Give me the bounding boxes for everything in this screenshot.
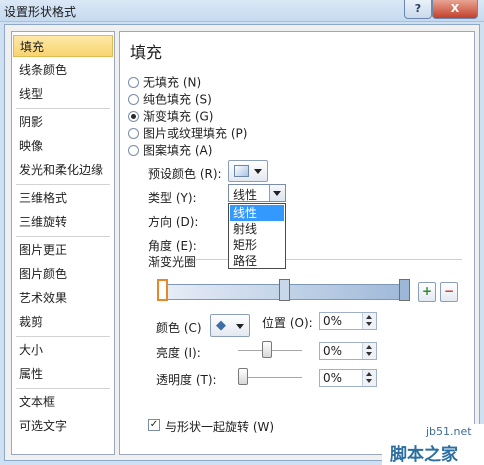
type-label: 类型 (Y): <box>148 191 197 205</box>
radio-button[interactable] <box>128 77 139 88</box>
brightness-slider-thumb[interactable] <box>262 341 273 358</box>
sidebar-item-line-color[interactable]: 线条颜色 <box>13 59 113 81</box>
dropdown-option-linear[interactable]: 线性 <box>230 205 284 221</box>
radio-pattern-fill[interactable]: 图案填充 (A) <box>128 143 212 159</box>
preset-colors-button[interactable] <box>228 160 268 182</box>
radio-solid-fill[interactable]: 纯色填充 (S) <box>128 92 212 108</box>
angle-label: 角度 (E): <box>148 239 197 253</box>
sidebar-item-artistic-effects[interactable]: 艺术效果 <box>13 287 113 309</box>
brightness-label: 亮度 (I): <box>156 346 201 360</box>
arrow-down-icon <box>366 352 372 356</box>
type-dropdown-button[interactable] <box>269 185 285 201</box>
sidebar-item-properties[interactable]: 属性 <box>13 363 113 385</box>
color-label: 颜色 (C) <box>156 321 202 335</box>
radio-label: 无填充 (N) <box>143 75 202 90</box>
gradient-stops-label: 渐变光圈 <box>148 255 197 269</box>
arrow-up-icon <box>366 315 372 319</box>
direction-label: 方向 (D): <box>148 215 199 229</box>
sidebar-item-reflection[interactable]: 映像 <box>13 135 113 157</box>
rotate-with-shape-checkbox[interactable]: ✓ <box>148 419 160 431</box>
sidebar-divider <box>16 184 110 185</box>
brightness-value: 0% <box>323 344 343 358</box>
sidebar-divider <box>16 336 110 337</box>
watermark-url: jb51.net <box>426 425 472 438</box>
preset-colors-label: 预设颜色 (R): <box>148 167 222 181</box>
site-watermark: jb51.net 脚本之家 <box>382 424 484 465</box>
type-select[interactable]: 线性 <box>228 184 286 202</box>
sidebar-item-3d-format[interactable]: 三维格式 <box>13 187 113 209</box>
transparency-label: 透明度 (T): <box>156 373 217 387</box>
radio-picture-texture-fill[interactable]: 图片或纹理填充 (P) <box>128 126 247 142</box>
sidebar-item-crop[interactable]: 裁剪 <box>13 311 113 333</box>
radio-button-selected[interactable] <box>128 111 139 122</box>
watermark-text: 脚本之家 <box>390 445 458 465</box>
transparency-value: 0% <box>323 371 343 385</box>
arrow-up-icon <box>366 372 372 376</box>
radio-button[interactable] <box>128 145 139 156</box>
arrow-up-icon <box>366 345 372 349</box>
stop-color-button[interactable]: ◆ <box>210 314 250 337</box>
title-bar: 设置形状格式 ? X <box>0 0 484 22</box>
gradient-stop[interactable] <box>399 279 410 301</box>
sidebar-divider <box>16 388 110 389</box>
radio-gradient-fill[interactable]: 渐变填充 (G) <box>128 109 213 125</box>
sidebar-item-3d-rotation[interactable]: 三维旋转 <box>13 211 113 233</box>
chevron-down-icon <box>273 191 281 196</box>
gradient-stop-selected[interactable] <box>157 279 168 301</box>
category-sidebar: 填充 线条颜色 线型 阴影 映像 发光和柔化边缘 三维格式 三维旋转 图片更正 … <box>11 31 115 455</box>
arrow-down-icon <box>366 322 372 326</box>
dialog-body: 填充 线条颜色 线型 阴影 映像 发光和柔化边缘 三维格式 三维旋转 图片更正 … <box>4 24 480 461</box>
radio-label: 图案填充 (A) <box>143 143 213 158</box>
dropdown-option-rectangular[interactable]: 矩形 <box>230 237 284 253</box>
sidebar-item-glow-soft-edges[interactable]: 发光和柔化边缘 <box>13 159 113 181</box>
position-value: 0% <box>323 314 343 328</box>
type-select-value: 线性 <box>233 188 258 202</box>
remove-gradient-stop-icon[interactable]: − <box>440 282 458 302</box>
window-title: 设置形状格式 <box>4 5 77 19</box>
chevron-down-icon <box>236 324 244 329</box>
sidebar-item-shadow[interactable]: 阴影 <box>13 111 113 133</box>
fill-panel: 填充 无填充 (N) 纯色填充 (S) 渐变填充 (G) 图片或纹理填充 (P)… <box>119 31 475 455</box>
sidebar-divider <box>16 108 110 109</box>
position-spinner[interactable]: 0% <box>319 312 377 330</box>
chevron-down-icon <box>254 169 262 174</box>
radio-label: 图片或纹理填充 (P) <box>143 126 248 141</box>
sidebar-item-fill[interactable]: 填充 <box>13 35 113 57</box>
sidebar-divider <box>16 236 110 237</box>
spinner-arrows[interactable] <box>362 313 376 329</box>
sidebar-item-line-style[interactable]: 线型 <box>13 83 113 105</box>
sidebar-item-picture-corrections[interactable]: 图片更正 <box>13 239 113 261</box>
radio-button[interactable] <box>128 94 139 105</box>
add-gradient-stop-icon[interactable]: + <box>418 282 436 302</box>
radio-label: 纯色填充 (S) <box>143 92 212 107</box>
sidebar-item-alt-text[interactable]: 可选文字 <box>13 415 113 437</box>
sidebar-item-size[interactable]: 大小 <box>13 339 113 361</box>
position-label: 位置 (O): <box>262 316 313 330</box>
sidebar-item-picture-color[interactable]: 图片颜色 <box>13 263 113 285</box>
panel-heading: 填充 <box>130 43 163 62</box>
dropdown-option-path[interactable]: 路径 <box>230 253 284 269</box>
paint-bucket-icon: ◆ <box>216 318 226 333</box>
radio-no-fill[interactable]: 无填充 (N) <box>128 75 201 91</box>
help-button[interactable]: ? <box>404 0 432 19</box>
type-dropdown-list: 线性 射线 矩形 路径 <box>228 203 286 269</box>
sidebar-item-text-box[interactable]: 文本框 <box>13 391 113 413</box>
rotate-with-shape-label: 与形状一起旋转 (W) <box>165 420 275 434</box>
dropdown-option-radial[interactable]: 射线 <box>230 221 284 237</box>
radio-button[interactable] <box>128 128 139 139</box>
transparency-spinner[interactable]: 0% <box>319 369 377 387</box>
brightness-spinner[interactable]: 0% <box>319 342 377 360</box>
arrow-down-icon <box>366 379 372 383</box>
gradient-preset-swatch-icon <box>234 165 249 177</box>
spinner-arrows[interactable] <box>362 370 376 386</box>
radio-label: 渐变填充 (G) <box>143 109 214 124</box>
spinner-arrows[interactable] <box>362 343 376 359</box>
close-button[interactable]: X <box>432 0 478 19</box>
gradient-stop[interactable] <box>279 279 290 301</box>
transparency-slider-thumb[interactable] <box>238 368 248 385</box>
